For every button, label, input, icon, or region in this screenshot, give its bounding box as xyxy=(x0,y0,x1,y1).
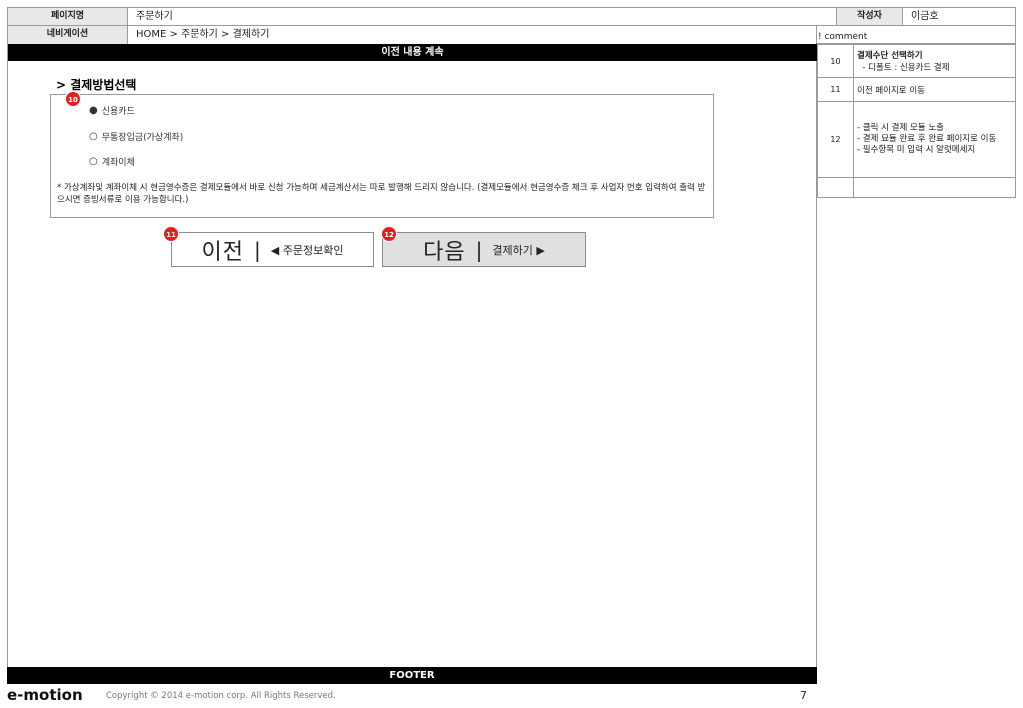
comment-row: 10 결제수단 선택하기 - 디폴트 : 신용카드 결제 xyxy=(817,44,1016,78)
comment-text xyxy=(853,177,1016,198)
option-virtual-account[interactable]: ○ 무통장입금(가상계좌) xyxy=(89,130,183,143)
annotation-badge-11: 11 xyxy=(163,226,179,242)
comment-number: 12 xyxy=(817,101,854,178)
option-label: 신용카드 xyxy=(101,107,135,117)
comment-table: 10 결제수단 선택하기 - 디폴트 : 신용카드 결제 11 이전 페이지로 … xyxy=(817,44,1016,198)
comment-text: 결제수단 선택하기 - 디폴트 : 신용카드 결제 xyxy=(853,44,1016,78)
continue-banner: 이전 내용 계속 xyxy=(8,44,817,61)
option-credit-card[interactable]: ● 신용카드 xyxy=(89,104,135,117)
annotation-badge-12: 12 xyxy=(381,226,397,242)
prev-button-sublabel: ◀ 주문정보확인 xyxy=(270,243,344,257)
radio-selected-icon[interactable]: ● xyxy=(89,105,98,116)
next-button-sublabel: 결제하기 ▶ xyxy=(492,243,545,257)
nav-value: HOME > 주문하기 > 결제하기 xyxy=(128,26,817,44)
comment-number: 11 xyxy=(817,77,854,102)
nav-label: 네비게이션 xyxy=(8,26,128,44)
section-title: > 결제방법선택 xyxy=(56,78,137,92)
next-button[interactable]: 다음 | 결제하기 ▶ xyxy=(382,232,586,267)
comment-title: 결제수단 선택하기 xyxy=(857,51,923,61)
comment-line: 이전 페이지로 이동 xyxy=(857,85,925,96)
prev-button-label: 이전 xyxy=(201,239,245,265)
page-name-value: 주문하기 xyxy=(128,8,837,26)
option-label: 무통장입금(가상계좌) xyxy=(101,133,184,143)
page-name-label: 페이지명 xyxy=(8,8,128,26)
prev-button[interactable]: 이전 | ◀ 주문정보확인 xyxy=(171,232,374,267)
copyright: Copyright © 2014 e-motion corp. All Righ… xyxy=(106,691,336,701)
option-label: 계좌이체 xyxy=(101,158,135,168)
comment-line: - 필수항목 미 입력 시 알럿메세지 xyxy=(857,145,976,155)
comment-line: - 결제 묘듈 완료 후 완료 페이지로 이동 xyxy=(857,134,997,144)
radio-icon[interactable]: ○ xyxy=(89,131,98,142)
radio-icon[interactable]: ○ xyxy=(89,156,98,167)
divider: | xyxy=(254,237,261,262)
comment-row: 12 - 클릭 시 결제 모듈 노출 - 결제 묘듈 완료 후 완료 페이지로 … xyxy=(817,101,1016,178)
comment-number: 10 xyxy=(817,44,854,78)
comment-header: ! comment xyxy=(817,30,1016,44)
comment-row: 11 이전 페이지로 이동 xyxy=(817,77,1016,102)
page-number: 7 xyxy=(800,689,807,702)
author-label: 작성자 xyxy=(837,8,903,26)
comment-text: - 클릭 시 결제 모듈 노출 - 결제 묘듈 완료 후 완료 페이지로 이동 … xyxy=(853,101,1016,178)
footer-bar: FOOTER xyxy=(7,667,817,684)
divider: | xyxy=(475,237,483,262)
author-value: 이금호 xyxy=(903,8,1015,26)
brand-logo: e-motion xyxy=(7,686,83,704)
next-button-label: 다음 xyxy=(423,239,466,265)
option-bank-transfer[interactable]: ○ 계좌이체 xyxy=(89,155,135,168)
comment-number xyxy=(817,177,854,198)
payment-method-box: ● 신용카드 ○ 무통장입금(가상계좌) ○ 계좌이체 * 가상계좌및 계좌이체… xyxy=(50,94,714,218)
comment-text: 이전 페이지로 이동 xyxy=(853,77,1016,102)
comment-row xyxy=(817,177,1016,198)
comment-line: - 디폴트 : 신용카드 결제 xyxy=(857,63,950,73)
annotation-badge-10: 10 xyxy=(65,91,81,107)
payment-note: * 가상계좌및 계좌이체 시 현금영수증은 결제모듈에서 바로 신청 가능하며 … xyxy=(57,183,706,205)
comment-line: - 클릭 시 결제 모듈 노출 xyxy=(857,123,944,133)
comment-panel: ! comment 10 결제수단 선택하기 - 디폴트 : 신용카드 결제 1… xyxy=(817,30,1016,198)
